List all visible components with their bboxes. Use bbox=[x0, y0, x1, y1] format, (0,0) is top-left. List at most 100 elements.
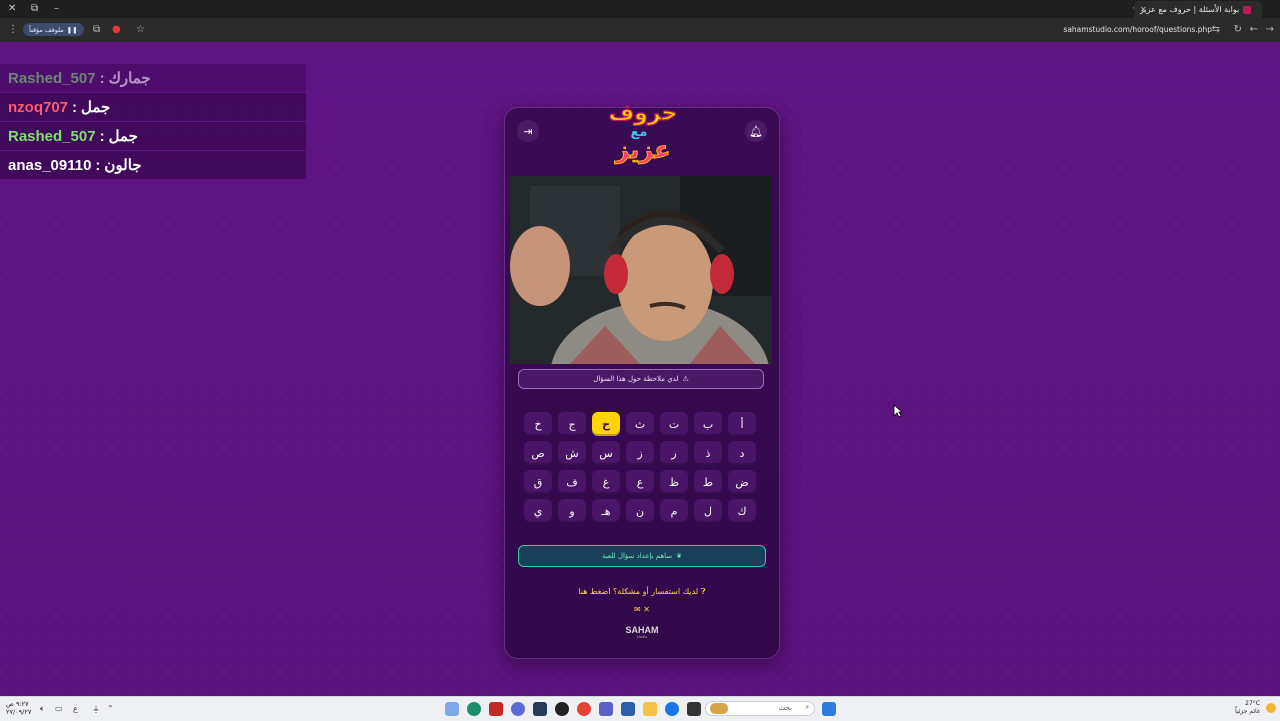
extensions-icon[interactable]: ⧉ bbox=[93, 24, 100, 35]
letter-key[interactable]: س bbox=[592, 441, 620, 465]
chat-message: Rashed_507: جمارك bbox=[0, 64, 306, 92]
letter-key[interactable]: ذ bbox=[694, 441, 722, 465]
chat-separator: : bbox=[99, 127, 105, 145]
pause-icon: ❚❚ bbox=[66, 25, 78, 34]
letter-key[interactable]: ض bbox=[728, 470, 756, 494]
letter-key[interactable]: ط bbox=[694, 470, 722, 494]
volume-icon[interactable]: 🔈︎ bbox=[40, 704, 45, 714]
weather-widget[interactable]: 27°C غائم جزئياً bbox=[1235, 700, 1260, 716]
app-icon-7[interactable] bbox=[687, 702, 701, 716]
letter-key[interactable]: و bbox=[558, 499, 586, 523]
chat-username: nzoq707 bbox=[8, 98, 69, 116]
chat-separator: : bbox=[72, 98, 78, 116]
restore-window-icon[interactable]: ⧉ bbox=[31, 3, 38, 14]
clock-date: ٢٧/٠٩/٢٧ bbox=[6, 708, 32, 716]
menu-kebab-icon[interactable]: ⋮ bbox=[8, 24, 18, 35]
letter-key[interactable]: ج bbox=[558, 412, 586, 436]
letter-key[interactable]: ز bbox=[626, 441, 654, 465]
record-icon[interactable]: ● bbox=[112, 24, 121, 35]
letter-key[interactable]: ر bbox=[660, 441, 688, 465]
chat-text: جمل bbox=[81, 99, 111, 116]
widgets-icon[interactable] bbox=[445, 702, 459, 716]
bell-icon[interactable]: 🔔︎ bbox=[745, 120, 767, 142]
letter-key[interactable]: هـ bbox=[592, 499, 620, 523]
taskbar-search[interactable]: بحث ⌕ bbox=[705, 701, 815, 716]
letter-key[interactable]: ت bbox=[660, 412, 688, 436]
question-icon: ❓︎ bbox=[700, 587, 706, 596]
site-settings-icon[interactable]: ⇆ bbox=[1212, 24, 1220, 35]
app-icon-5[interactable] bbox=[599, 702, 613, 716]
game-logo: حروف مع عزيز bbox=[608, 100, 678, 164]
app-icon-2[interactable] bbox=[489, 702, 503, 716]
edge-icon[interactable] bbox=[665, 702, 679, 716]
chat-separator: : bbox=[99, 69, 105, 87]
logo-line-1: حروف bbox=[609, 101, 678, 126]
report-note-button[interactable]: لدي ملاحظة حول هذا السؤال ⚠ bbox=[518, 369, 764, 389]
letter-key[interactable]: د bbox=[728, 441, 756, 465]
reload-icon[interactable]: ↻ bbox=[1234, 24, 1242, 35]
warning-icon: ⚠ bbox=[682, 375, 689, 383]
letter-key[interactable]: م bbox=[660, 499, 688, 523]
chat-message: Rashed_507: جمل bbox=[0, 122, 306, 150]
chat-text: جمارك bbox=[108, 70, 151, 87]
webcam-video bbox=[510, 176, 772, 364]
bookmark-star-icon[interactable]: ☆ bbox=[136, 24, 145, 35]
letter-key[interactable]: ع bbox=[626, 470, 654, 494]
letter-key[interactable]: ن bbox=[626, 499, 654, 523]
close-tab-icon[interactable]: ✕ bbox=[1140, 5, 1147, 14]
language-indicator[interactable]: ع bbox=[73, 704, 78, 713]
help-text: لديك استفسار أو مشكلة؟ اضغط هنا bbox=[578, 587, 699, 596]
letter-key[interactable]: ث bbox=[626, 412, 654, 436]
letter-key[interactable]: ق bbox=[524, 470, 552, 494]
letter-key[interactable]: ب bbox=[694, 412, 722, 436]
letter-key[interactable]: غ bbox=[592, 470, 620, 494]
contribute-question-button[interactable]: ساهم بإعداد سؤال للعبة ❦ bbox=[518, 545, 766, 567]
close-window-icon[interactable]: ✕ bbox=[8, 3, 16, 14]
logout-icon[interactable]: ⇥ bbox=[517, 120, 539, 142]
app-icon-4[interactable] bbox=[555, 702, 569, 716]
chrome-icon[interactable] bbox=[577, 702, 591, 716]
brand-logo: SAHAM studio bbox=[505, 625, 779, 639]
letter-key[interactable]: ف bbox=[558, 470, 586, 494]
brand-sub: studio bbox=[636, 634, 648, 639]
app-icon-6[interactable] bbox=[621, 702, 635, 716]
mouse-cursor-icon bbox=[893, 404, 903, 418]
weather-icon bbox=[1266, 703, 1276, 713]
letter-grid: أ ب ت ث ح ج خ د ذ ر ز س ش ص ض ط ظ ع غ ف ق ك ل م ن هـ و ي bbox=[524, 412, 756, 523]
letter-key[interactable]: ك bbox=[728, 499, 756, 523]
app-icon-3[interactable] bbox=[511, 702, 525, 716]
streamer-image bbox=[510, 176, 772, 364]
chat-username: Rashed_507 bbox=[8, 69, 96, 87]
leaf-icon: ❦ bbox=[676, 552, 683, 560]
chat-username: anas_09110 bbox=[8, 156, 92, 174]
letter-key[interactable]: ش bbox=[558, 441, 586, 465]
letter-key[interactable]: خ bbox=[524, 412, 552, 436]
letter-key[interactable]: ص bbox=[524, 441, 552, 465]
letter-key[interactable]: ح bbox=[592, 412, 620, 436]
letter-key[interactable]: ي bbox=[524, 499, 552, 523]
letter-key[interactable]: ل bbox=[694, 499, 722, 523]
back-icon[interactable]: ← bbox=[1250, 24, 1258, 35]
steam-icon[interactable] bbox=[533, 702, 547, 716]
help-link[interactable]: لديك استفسار أو مشكلة؟ اضغط هنا ❓︎ bbox=[505, 587, 779, 597]
note-label: لدي ملاحظة حول هذا السؤال bbox=[593, 375, 679, 383]
tab-title: بوابة الأسئلة | حروف مع عزيز bbox=[1140, 5, 1240, 14]
address-bar[interactable]: sahamstudio.com/horoof/questions.php bbox=[1063, 25, 1212, 34]
start-icon[interactable] bbox=[822, 702, 836, 716]
game-card: ⇥ 🔔︎ حروف مع عزيز لدي ملاحظة حول هذا الس… bbox=[504, 100, 780, 659]
letter-key[interactable]: أ bbox=[728, 412, 756, 436]
network-icon[interactable]: ▭ bbox=[55, 704, 63, 713]
app-icon-1[interactable] bbox=[467, 702, 481, 716]
mic-icon[interactable]: ⏚ bbox=[92, 704, 100, 715]
minimize-window-icon[interactable]: – bbox=[54, 3, 59, 14]
email-icon[interactable]: ✉ bbox=[634, 605, 641, 614]
letter-key[interactable]: ظ bbox=[660, 470, 688, 494]
browser-tab[interactable]: بوابة الأسئلة | حروف مع عزيز ✕ bbox=[1134, 1, 1262, 18]
paused-pill[interactable]: ملوقف مؤقتاً ❚❚ bbox=[23, 23, 84, 36]
weather-temp: 27°C bbox=[1245, 700, 1260, 707]
tray-chevron-icon[interactable]: ⌃ bbox=[107, 704, 114, 713]
file-explorer-icon[interactable] bbox=[643, 702, 657, 716]
x-icon[interactable]: ✕ bbox=[643, 605, 650, 614]
forward-icon[interactable]: → bbox=[1266, 24, 1274, 35]
clock[interactable]: ٩:٢٧ ص ٢٧/٠٩/٢٧ bbox=[6, 700, 31, 716]
